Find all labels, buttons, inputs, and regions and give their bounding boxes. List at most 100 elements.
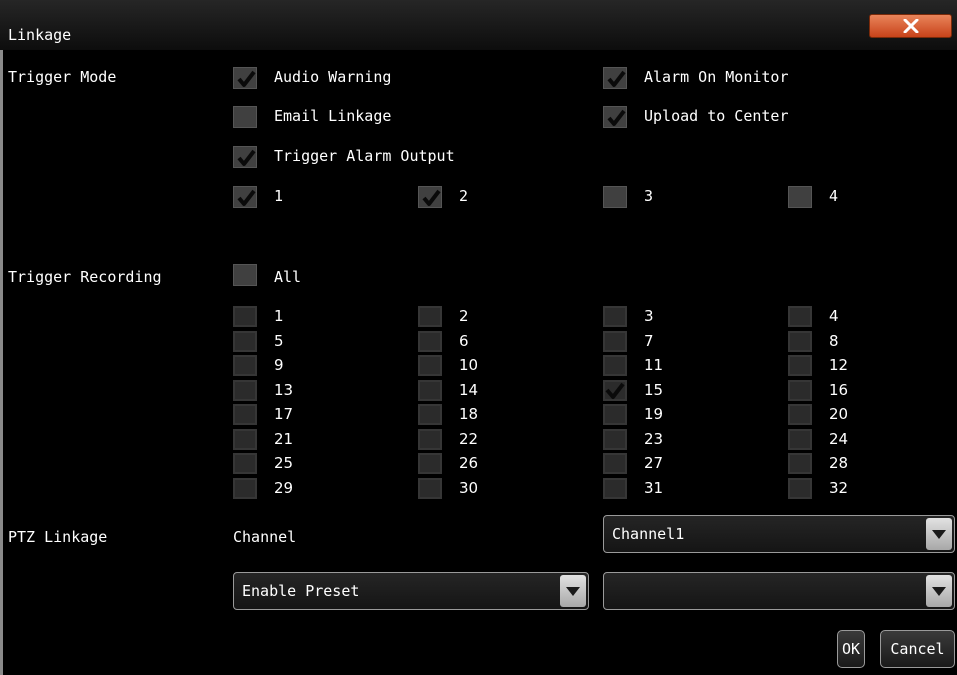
checkbox-well [235, 357, 255, 374]
recording-channel-4-checkbox[interactable] [788, 306, 812, 327]
recording-channel-30-label: 30 [459, 479, 479, 497]
recording-channel-9-label: 9 [274, 356, 284, 374]
recording-channel-2-checkbox[interactable] [418, 306, 442, 327]
recording-channel-28-checkbox[interactable] [788, 453, 812, 474]
alarm-output-3-label: 3 [644, 187, 654, 205]
chevron-down-icon[interactable] [560, 575, 586, 607]
recording-channel-21-checkbox[interactable] [233, 429, 257, 450]
window-title: Linkage [8, 26, 72, 44]
recording-channel-7-checkbox[interactable] [603, 331, 627, 352]
ptz-channel-select[interactable]: Channel1 [603, 515, 955, 553]
recording-channel-25-label: 25 [274, 454, 294, 472]
upload-to-center-checkbox[interactable] [603, 106, 627, 128]
linkage-dialog: Linkage Trigger Mode Audio Warning Alarm… [0, 0, 957, 675]
recording-channel-25-checkbox[interactable] [233, 453, 257, 474]
alarm-on-monitor-checkbox[interactable] [603, 67, 627, 89]
ptz-channel-label: Channel [233, 528, 297, 546]
checkbox-well [235, 431, 255, 448]
recording-channel-12-label: 12 [829, 356, 849, 374]
checkbox-well [605, 333, 625, 350]
recording-channel-14-label: 14 [459, 381, 479, 399]
recording-channel-22-checkbox[interactable] [418, 429, 442, 450]
cancel-button[interactable]: Cancel [880, 630, 955, 668]
checkbox-well [420, 431, 440, 448]
checkmark-icon [607, 109, 626, 126]
checkmark-icon [605, 382, 625, 399]
checkbox-well [235, 308, 255, 325]
recording-channel-10-checkbox[interactable] [418, 355, 442, 376]
chevron-down-icon[interactable] [926, 518, 952, 550]
close-button[interactable] [869, 14, 952, 38]
checkbox-well [235, 455, 255, 472]
alarm-output-3-checkbox[interactable] [603, 186, 627, 208]
recording-channel-6-label: 6 [459, 332, 469, 350]
recording-channel-7-label: 7 [644, 332, 654, 350]
record-all-checkbox[interactable] [233, 264, 257, 286]
recording-channel-19-checkbox[interactable] [603, 404, 627, 425]
alarm-output-1-checkbox[interactable] [233, 186, 257, 208]
checkbox-well [790, 455, 810, 472]
checkmark-icon [607, 70, 626, 87]
audio-warning-checkbox[interactable] [233, 67, 257, 89]
recording-channel-15-label: 15 [644, 381, 664, 399]
recording-channel-11-checkbox[interactable] [603, 355, 627, 376]
recording-channel-24-checkbox[interactable] [788, 429, 812, 450]
recording-channel-18-checkbox[interactable] [418, 404, 442, 425]
recording-channel-22-label: 22 [459, 430, 479, 448]
recording-channel-31-checkbox[interactable] [603, 478, 627, 499]
recording-channel-27-checkbox[interactable] [603, 453, 627, 474]
recording-channel-3-checkbox[interactable] [603, 306, 627, 327]
checkbox-well [235, 382, 255, 399]
checkbox-well [420, 455, 440, 472]
recording-channel-31-label: 31 [644, 479, 664, 497]
recording-channel-11-label: 11 [644, 356, 664, 374]
chevron-down-icon[interactable] [926, 575, 952, 607]
recording-channel-13-checkbox[interactable] [233, 380, 257, 401]
recording-channel-1-checkbox[interactable] [233, 306, 257, 327]
recording-channel-24-label: 24 [829, 430, 849, 448]
preset-number-select[interactable] [603, 572, 955, 610]
recording-channel-12-checkbox[interactable] [788, 355, 812, 376]
recording-channel-20-checkbox[interactable] [788, 404, 812, 425]
recording-channel-8-checkbox[interactable] [788, 331, 812, 352]
recording-channel-23-checkbox[interactable] [603, 429, 627, 450]
title-bar: Linkage [0, 0, 957, 50]
recording-channel-32-checkbox[interactable] [788, 478, 812, 499]
ok-button[interactable]: OK [837, 630, 865, 668]
recording-channel-14-checkbox[interactable] [418, 380, 442, 401]
checkmark-icon [422, 189, 441, 206]
record-all-label: All [274, 268, 302, 286]
alarm-on-monitor-label: Alarm On Monitor [644, 68, 789, 86]
recording-channel-9-checkbox[interactable] [233, 355, 257, 376]
ptz-channel-value: Channel1 [612, 525, 685, 543]
window-border [0, 50, 3, 675]
checkbox-well [420, 480, 440, 497]
recording-channel-8-label: 8 [829, 332, 839, 350]
recording-channel-20-label: 20 [829, 405, 849, 423]
checkbox-well [790, 357, 810, 374]
recording-channel-16-checkbox[interactable] [788, 380, 812, 401]
trigger-alarm-output-checkbox[interactable] [233, 146, 257, 168]
alarm-output-4-label: 4 [829, 187, 839, 205]
recording-channel-6-checkbox[interactable] [418, 331, 442, 352]
ptz-linkage-label: PTZ Linkage [8, 528, 108, 546]
recording-channel-17-checkbox[interactable] [233, 404, 257, 425]
recording-channel-30-checkbox[interactable] [418, 478, 442, 499]
checkbox-well [420, 357, 440, 374]
alarm-output-2-checkbox[interactable] [418, 186, 442, 208]
trigger-recording-label: Trigger Recording [8, 268, 162, 286]
checkbox-well [605, 357, 625, 374]
checkbox-well [790, 308, 810, 325]
checkbox-well [235, 333, 255, 350]
recording-channel-28-label: 28 [829, 454, 849, 472]
email-linkage-checkbox[interactable] [233, 106, 257, 128]
preset-mode-select[interactable]: Enable Preset [233, 572, 589, 610]
recording-channel-29-label: 29 [274, 479, 294, 497]
recording-channel-5-checkbox[interactable] [233, 331, 257, 352]
checkbox-well [790, 431, 810, 448]
recording-channel-15-checkbox[interactable] [603, 380, 627, 401]
alarm-output-4-checkbox[interactable] [788, 186, 812, 208]
recording-channel-29-checkbox[interactable] [233, 478, 257, 499]
alarm-output-1-label: 1 [274, 187, 284, 205]
recording-channel-26-checkbox[interactable] [418, 453, 442, 474]
